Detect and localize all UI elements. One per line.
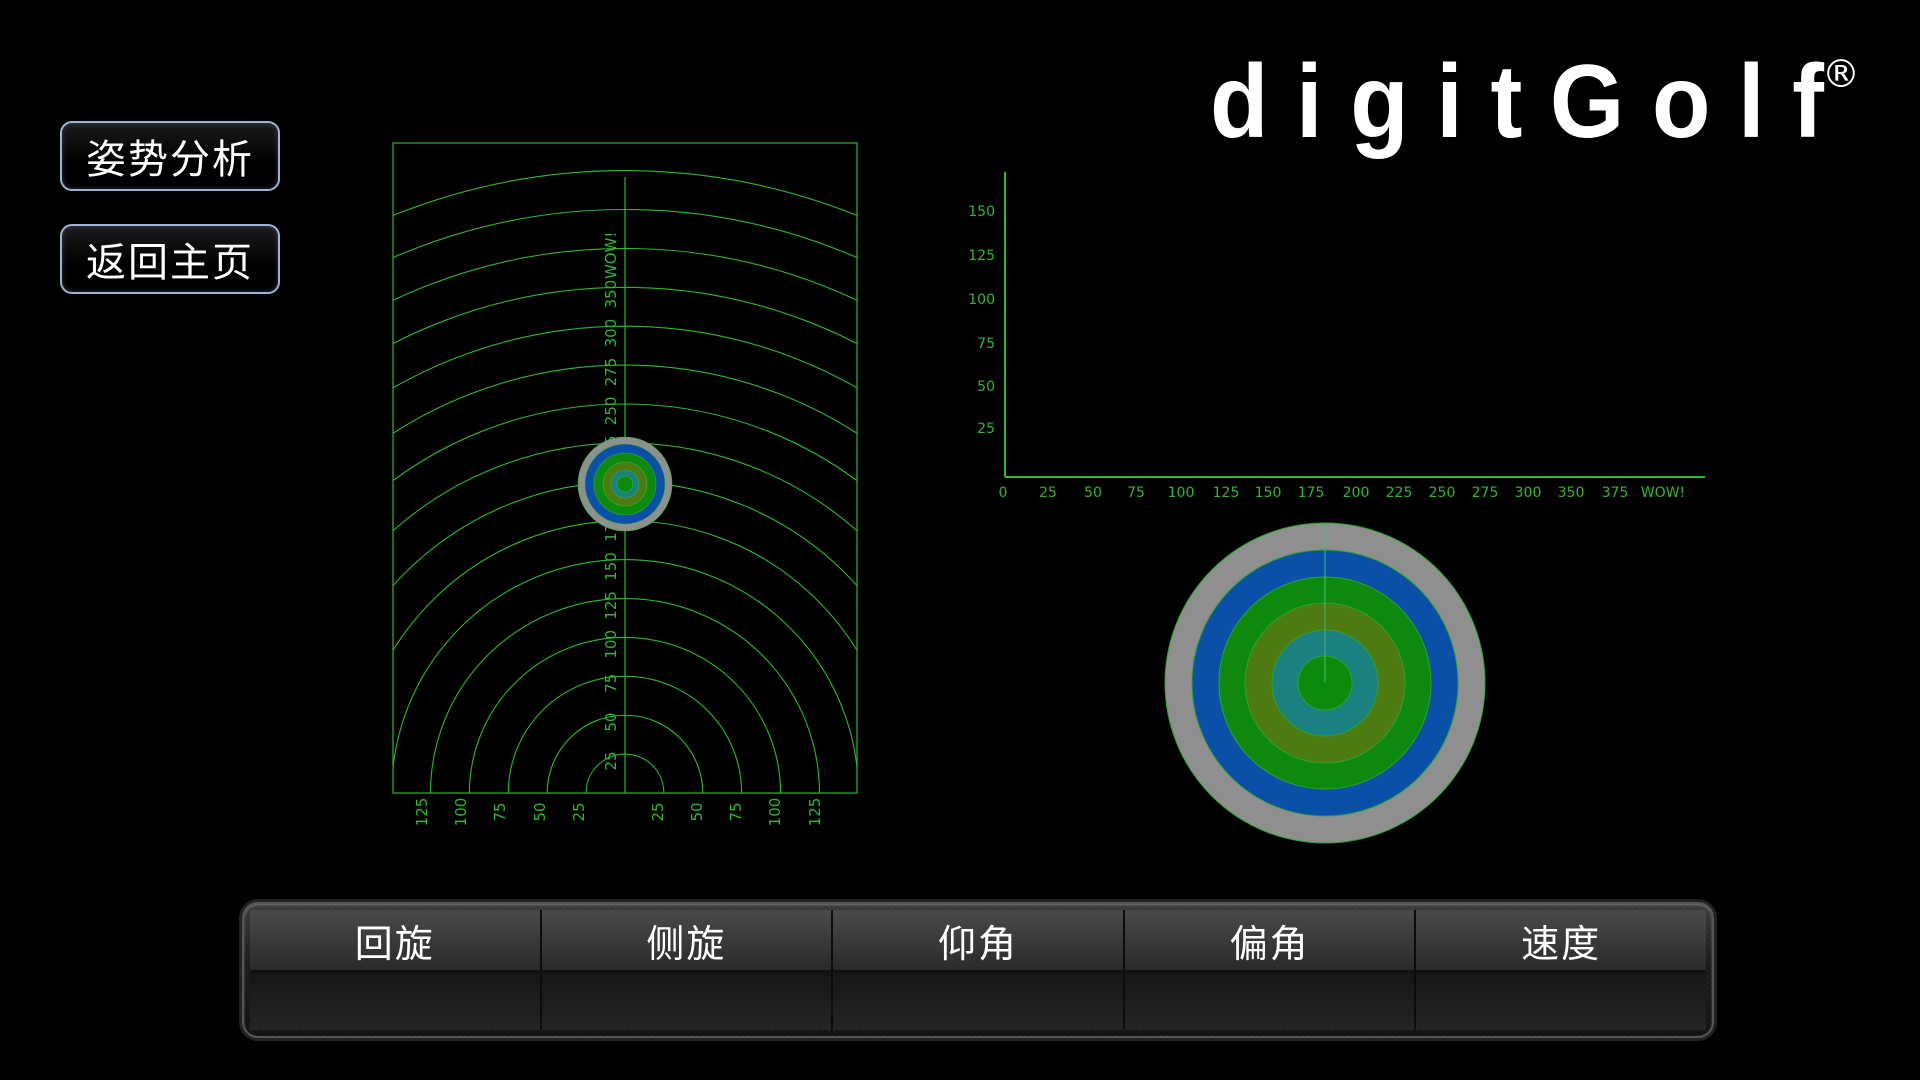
range-side-label-right: 100 [766,798,784,827]
stat-value-side-angle [1124,973,1415,1030]
stat-label-backspin: 回旋 [250,910,540,973]
range-side-label-left: 25 [570,802,588,821]
stat-label-speed: 速度 [1416,910,1706,973]
traj-x-tick: 375 [1602,485,1629,501]
traj-y-tick: 125 [968,248,995,264]
traj-x-tick: 25 [1039,485,1057,501]
range-side-label-left: 125 [413,798,431,827]
marker-ring [616,475,634,493]
range-arc [393,364,857,435]
registered-mark: ® [1822,52,1860,96]
traj-y-tick: 150 [968,204,995,220]
range-side-label-right: 75 [727,802,745,821]
traj-x-tick: 225 [1386,485,1413,501]
range-distance-label: 150 [602,552,620,581]
posture-analysis-button[interactable]: 姿势分析 [60,121,280,191]
stat-column-backspin: 回旋 [250,910,542,1030]
range-distance-label: 100 [602,630,620,659]
impact-target [1164,522,1486,844]
traj-y-tick: 50 [977,379,995,395]
traj-x-tick: 150 [1255,485,1282,501]
traj-x-tick: 125 [1213,485,1240,501]
range-arc [393,520,857,652]
traj-x-tick: 200 [1343,485,1370,501]
stat-column-side-angle: 偏角 [1124,910,1417,1030]
traj-x-tick: 175 [1298,485,1325,501]
stat-value-backspin [250,973,540,1030]
stat-label-side-angle: 偏角 [1124,910,1415,973]
range-distance-label: WOW! [602,232,620,279]
stat-column-speed: 速度 [1416,910,1706,1030]
traj-x-tick: 275 [1472,485,1499,501]
traj-x-tick: WOW! [1641,485,1685,501]
range-arc [393,286,857,345]
traj-y-tick: 25 [977,421,995,437]
stat-value-speed [1416,973,1706,1030]
range-distance-label: 300 [602,319,620,348]
traj-x-tick: 100 [1168,485,1195,501]
traj-y-tick: 75 [977,336,995,352]
range-side-label-right: 25 [649,802,667,821]
app-screen: digitGolf ® 姿势分析 返回主页 25 50 75 100 125 150 175… [0,0,1920,1080]
range-distance-label: 25 [602,751,620,770]
range-distance-label: 50 [602,713,620,732]
range-side-label-left: 100 [452,798,470,827]
range-side-label-right: 125 [806,798,824,827]
range-side-label-left: 75 [491,802,509,821]
range-side-label-left: 50 [531,802,549,821]
range-distance-label: 75 [602,674,620,693]
range-view-chart: 255075100125150175200225250275300350WOW!… [392,142,858,827]
stat-label-launch-angle: 仰角 [833,910,1123,973]
range-distance-label: 350 [602,280,620,309]
stat-column-launch-angle: 仰角 [833,910,1125,1030]
shot-data-panel: 回旋 侧旋 仰角 偏角 速度 [242,902,1714,1038]
traj-y-tick: 100 [968,292,995,308]
range-distance-label: 125 [602,591,620,620]
traj-x-tick: 50 [1084,485,1102,501]
range-target-marker [577,436,673,532]
range-side-label-right: 50 [688,802,706,821]
traj-x-tick: 75 [1127,485,1145,501]
traj-x-tick: 0 [999,485,1008,501]
traj-x-tick: 350 [1558,485,1585,501]
stat-column-sidespin: 侧旋 [541,910,834,1030]
stat-label-sidespin: 侧旋 [541,910,832,973]
range-distance-label: 275 [602,358,620,387]
digitgolf-logo: digitGolf [1210,44,1852,160]
traj-x-tick: 300 [1515,485,1542,501]
traj-x-tick: 250 [1429,485,1456,501]
trajectory-chart: 25 50 75 100 125 150 0 25 50 75 100 125 150 175 200 225… [968,172,1705,501]
stat-value-launch-angle [833,973,1123,1030]
range-distance-label: 250 [602,397,620,426]
stat-value-sidespin [541,973,832,1030]
return-home-button[interactable]: 返回主页 [60,224,280,294]
